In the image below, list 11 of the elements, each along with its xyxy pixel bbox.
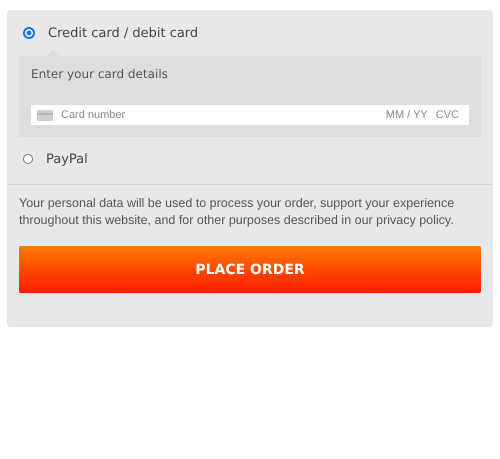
radio-button[interactable] [23, 154, 33, 164]
payment-method-label[interactable]: PayPal [46, 152, 88, 166]
card-details-heading: Enter your card details [31, 67, 169, 81]
cvc-placeholder: CVC [436, 109, 459, 121]
payment-method-label[interactable]: Credit card / debit card [48, 26, 198, 40]
radio-button[interactable] [23, 27, 35, 39]
privacy-notice: Your personal data will be used to process your order, support your experience throughout this website, and for other purposes described in our privacy policy. [19, 195, 456, 229]
expiry-placeholder: MM / YY [386, 109, 428, 121]
card-number-placeholder: Card number [61, 109, 126, 121]
credit-card-icon [37, 110, 53, 120]
card-input-field[interactable]: Card number MM / YY CVC [31, 105, 469, 125]
